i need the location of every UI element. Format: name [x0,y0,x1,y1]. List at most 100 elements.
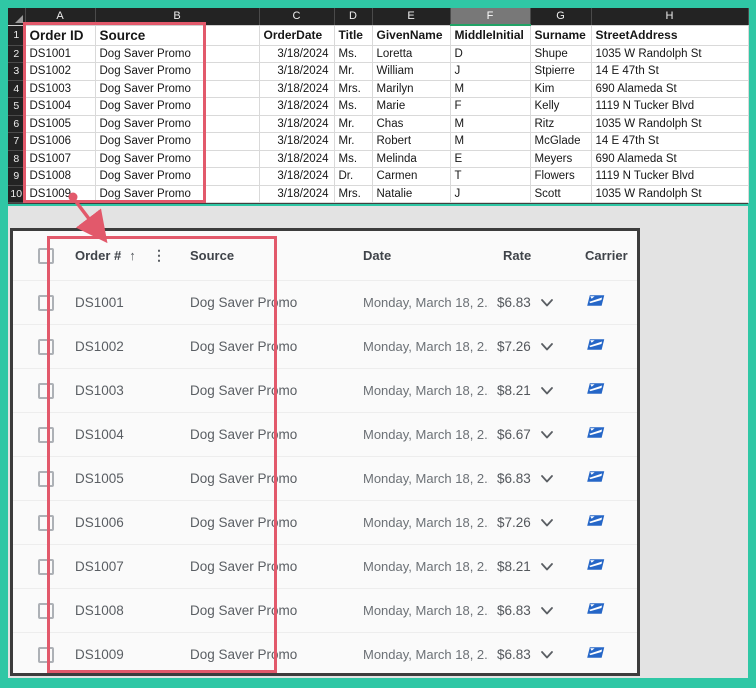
column-header-g[interactable]: G [530,8,592,26]
excel-cell-surname[interactable]: Ritz [529,114,592,133]
excel-cell-streetaddress[interactable]: 14 E 47th St [590,132,749,151]
excel-cell-orderdate[interactable]: 3/18/2024 [258,114,335,133]
excel-cell-streetaddress[interactable]: 1035 W Randolph St [590,44,749,63]
excel-cell-title[interactable]: Dr. [333,167,373,186]
row-checkbox[interactable] [38,426,54,443]
excel-cell-streetaddress[interactable]: 690 Alameda St [590,79,749,98]
excel-cell-source[interactable]: Dog Saver Promo [94,44,260,63]
excel-cell-streetaddress[interactable]: 1035 W Randolph St [590,114,749,133]
row-number[interactable]: 2 [8,45,25,63]
excel-cell-order-id-header[interactable]: Order ID [24,24,96,46]
excel-cell-source[interactable]: Dog Saver Promo [94,114,260,133]
column-menu-icon[interactable]: ⋮ [152,247,166,264]
excel-cell-title[interactable]: Mrs. [333,79,373,98]
row-number[interactable]: 5 [8,97,25,116]
excel-cell-order-id[interactable]: DS1008 [24,167,96,186]
excel-cell-streetaddress[interactable]: 1035 W Randolph St [590,184,749,203]
usps-carrier-icon[interactable] [585,558,606,576]
excel-cell-givenname[interactable]: Loretta [371,44,451,63]
row-number[interactable]: 6 [8,115,25,133]
excel-cell-title-header[interactable]: Title [333,24,373,46]
row-checkbox[interactable] [38,558,54,575]
excel-cell-title[interactable]: Ms. [333,44,373,63]
excel-cell-surname-header[interactable]: Surname [529,24,592,46]
excel-cell-order-id[interactable]: DS1005 [24,114,96,133]
rate-dropdown[interactable]: $7.26 [489,339,569,354]
usps-carrier-icon[interactable] [585,426,606,444]
excel-cell-order-id[interactable]: DS1006 [24,132,96,151]
column-header-f-selected[interactable]: F [450,8,531,26]
excel-cell-order-id[interactable]: DS1003 [24,79,96,98]
excel-cell-givenname[interactable]: William [371,62,451,81]
excel-cell-middleinitial[interactable]: J [449,184,531,203]
column-header-e[interactable]: E [372,8,451,26]
excel-cell-order-id[interactable]: DS1001 [24,44,96,63]
excel-cell-streetaddress[interactable]: 1119 N Tucker Blvd [590,167,749,186]
row-checkbox[interactable] [38,382,54,399]
excel-cell-surname[interactable]: McGlade [529,132,592,151]
excel-cell-source[interactable]: Dog Saver Promo [94,149,260,168]
excel-cell-title[interactable]: Ms. [333,149,373,168]
excel-cell-surname[interactable]: Meyers [529,149,592,168]
row-checkbox[interactable] [38,338,54,355]
rate-dropdown[interactable]: $6.67 [489,427,569,442]
column-header-c[interactable]: C [259,8,335,26]
excel-cell-surname[interactable]: Kim [529,79,592,98]
rate-dropdown[interactable]: $7.26 [489,515,569,530]
row-checkbox[interactable] [38,294,54,311]
excel-cell-givenname[interactable]: Natalie [371,184,451,203]
excel-cell-order-id[interactable]: DS1009 [24,184,96,203]
excel-cell-orderdate[interactable]: 3/18/2024 [258,62,335,81]
usps-carrier-icon[interactable] [585,294,606,312]
excel-cell-middleinitial[interactable]: T [449,167,531,186]
excel-cell-middleinitial[interactable]: F [449,97,531,116]
select-all-corner[interactable] [8,8,26,26]
usps-carrier-icon[interactable] [585,602,606,620]
row-number[interactable]: 7 [8,132,25,151]
excel-cell-middleinitial[interactable]: M [449,114,531,133]
excel-cell-source[interactable]: Dog Saver Promo [94,79,260,98]
excel-cell-givenname[interactable]: Marilyn [371,79,451,98]
excel-cell-title[interactable]: Mr. [333,62,373,81]
row-number[interactable]: 1 [8,25,25,46]
excel-cell-surname[interactable]: Shupe [529,44,592,63]
excel-cell-middleinitial[interactable]: E [449,149,531,168]
usps-carrier-icon[interactable] [585,514,606,532]
excel-cell-streetaddress[interactable]: 14 E 47th St [590,62,749,81]
excel-cell-order-id[interactable]: DS1007 [24,149,96,168]
excel-cell-orderdate[interactable]: 3/18/2024 [258,79,335,98]
usps-carrier-icon[interactable] [585,382,606,400]
excel-cell-orderdate[interactable]: 3/18/2024 [258,149,335,168]
excel-cell-orderdate[interactable]: 3/18/2024 [258,97,335,116]
row-number[interactable]: 10 [8,185,25,203]
rate-dropdown[interactable]: $6.83 [489,295,569,310]
rate-dropdown[interactable]: $6.83 [489,603,569,618]
excel-cell-source[interactable]: Dog Saver Promo [94,184,260,203]
usps-carrier-icon[interactable] [585,470,606,488]
row-checkbox[interactable] [38,646,54,663]
excel-cell-streetaddress[interactable]: 1119 N Tucker Blvd [590,97,749,116]
excel-cell-streetaddress[interactable]: 690 Alameda St [590,149,749,168]
excel-cell-middleinitial-header[interactable]: MiddleInitial [449,24,531,46]
column-header-b[interactable]: B [95,8,260,26]
excel-cell-order-id[interactable]: DS1004 [24,97,96,116]
excel-cell-givenname[interactable]: Carmen [371,167,451,186]
excel-cell-givenname[interactable]: Chas [371,114,451,133]
row-number[interactable]: 4 [8,80,25,98]
excel-cell-title[interactable]: Mr. [333,132,373,151]
select-all-checkbox[interactable] [38,247,54,264]
excel-cell-orderdate-header[interactable]: OrderDate [258,24,335,46]
excel-cell-givenname-header[interactable]: GivenName [371,24,451,46]
excel-cell-surname[interactable]: Flowers [529,167,592,186]
row-number[interactable]: 3 [8,62,25,81]
excel-cell-surname[interactable]: Scott [529,184,592,203]
row-checkbox[interactable] [38,470,54,487]
sort-ascending-icon[interactable]: ↑ [129,248,136,263]
excel-cell-source-header[interactable]: Source [94,24,260,46]
excel-cell-title[interactable]: Mrs. [333,184,373,203]
excel-cell-source[interactable]: Dog Saver Promo [94,167,260,186]
rate-dropdown[interactable]: $8.21 [489,383,569,398]
rate-dropdown[interactable]: $6.83 [489,647,569,662]
row-checkbox[interactable] [38,602,54,619]
excel-cell-middleinitial[interactable]: D [449,44,531,63]
